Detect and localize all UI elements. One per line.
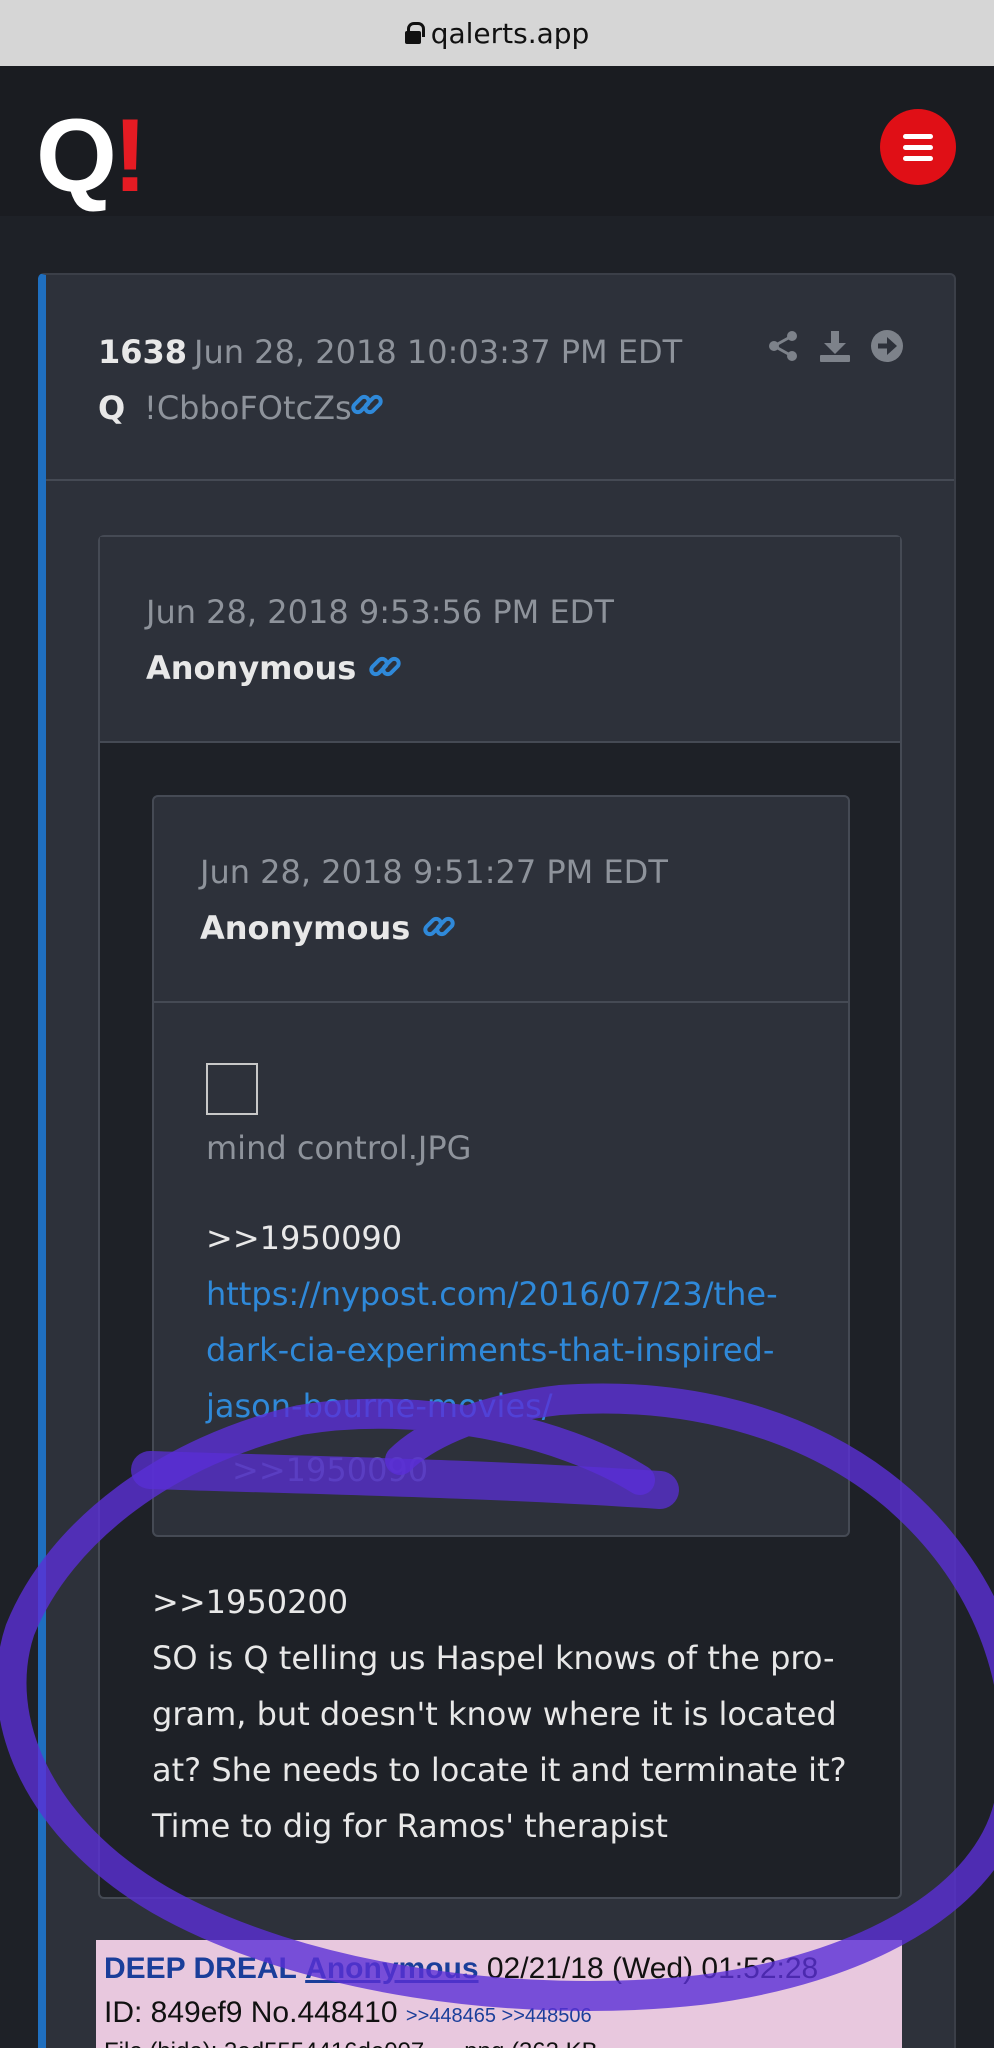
post-reference-faded[interactable]: >>1950090 — [232, 1451, 428, 1489]
nested-quoted-post: Jun 28, 2018 9:51:27 PM EDT Anonymous mi… — [152, 795, 850, 1537]
post-author: Q — [98, 389, 126, 427]
nested-post-author: Anonymous — [200, 909, 411, 947]
quoted-post-header: Jun 28, 2018 9:53:56 PM EDT Anonymous — [100, 537, 900, 743]
hamburger-icon-bar — [903, 155, 933, 161]
embedded-replies: >>448465 >>448506 — [405, 2005, 592, 2027]
url-display[interactable]: qalerts.app — [404, 16, 590, 50]
quoted-post: Jun 28, 2018 9:53:56 PM EDT Anonymous Ju… — [98, 535, 902, 1899]
article-link[interactable]: jason-bourne-movies/ — [206, 1387, 553, 1425]
hamburger-icon-bar — [903, 144, 933, 150]
post-header: 1638 Jun 28, 2018 10:03:37 PM EDT Q !Cbb… — [46, 275, 954, 481]
hamburger-icon-bar — [903, 133, 933, 139]
embedded-id: ID: 849ef9 No.448410 — [104, 1996, 398, 2029]
link-icon[interactable] — [422, 909, 456, 943]
post-tripcode: !CbboFOtcZs — [144, 389, 352, 427]
post-body-line: gram, but doesn't know where it is locat… — [152, 1695, 837, 1733]
post-date: Jun 28, 2018 10:03:37 PM EDT — [194, 333, 683, 371]
article-link[interactable]: https://nypost.com/2016/07/23/the- — [206, 1275, 778, 1313]
image-file-name[interactable]: mind control.JPG — [206, 1129, 471, 1167]
app-header: Q! — [0, 66, 994, 216]
lock-icon — [404, 22, 425, 44]
site-logo[interactable]: Q! — [36, 104, 148, 208]
link-icon[interactable] — [350, 387, 384, 421]
post-number[interactable]: 1638 — [98, 333, 187, 371]
embedded-file-line: File (hide): 3ed5554416de007.... .png (3… — [104, 2038, 598, 2048]
post-reference[interactable]: >>1950090 — [206, 1219, 402, 1257]
post-body-line: Time to dig for Ramos' therapist — [152, 1807, 668, 1845]
quoted-post-author: Anonymous — [146, 649, 357, 687]
embedded-header-line: DEEP DREAL Anonymous 02/21/18 (Wed) 01:5… — [104, 1952, 818, 1986]
screen: qalerts.app Q! 1638 Jun 28, 2018 10:03:3… — [0, 0, 994, 2048]
embedded-datetime: 02/21/18 (Wed) 01:52:28 — [486, 1952, 819, 1985]
embedded-screenshot: DEEP DREAL Anonymous 02/21/18 (Wed) 01:5… — [96, 1940, 902, 2048]
arrow-right-circle-icon[interactable] — [870, 329, 904, 363]
post-card: 1638 Jun 28, 2018 10:03:37 PM EDT Q !Cbb… — [38, 273, 956, 2048]
browser-url-bar[interactable]: qalerts.app — [0, 0, 994, 66]
logo-q: Q — [36, 98, 117, 214]
post-reference[interactable]: >>1950200 — [152, 1583, 348, 1621]
share-icon[interactable] — [766, 329, 800, 363]
embedded-subject: DEEP DREAL — [104, 1952, 297, 1985]
url-text: qalerts.app — [430, 16, 590, 50]
quoted-post-date: Jun 28, 2018 9:53:56 PM EDT — [146, 593, 614, 631]
nested-post-date: Jun 28, 2018 9:51:27 PM EDT — [200, 853, 668, 891]
post-body-line: at? She needs to locate it and terminate… — [152, 1751, 847, 1789]
embedded-name: Anonymous — [305, 1952, 479, 1985]
link-icon[interactable] — [368, 649, 402, 683]
download-icon[interactable] — [818, 329, 852, 363]
article-link[interactable]: dark-cia-experiments-that-inspired- — [206, 1331, 774, 1369]
embedded-id-line: ID: 849ef9 No.448410 >>448465 >>448506 — [104, 1996, 592, 2030]
image-thumbnail[interactable] — [206, 1063, 258, 1115]
post-body-line: SO is Q telling us Haspel knows of the p… — [152, 1639, 835, 1677]
nested-quoted-post-header: Jun 28, 2018 9:51:27 PM EDT Anonymous — [154, 797, 848, 1003]
menu-button[interactable] — [880, 109, 956, 185]
logo-bang: ! — [112, 98, 148, 214]
